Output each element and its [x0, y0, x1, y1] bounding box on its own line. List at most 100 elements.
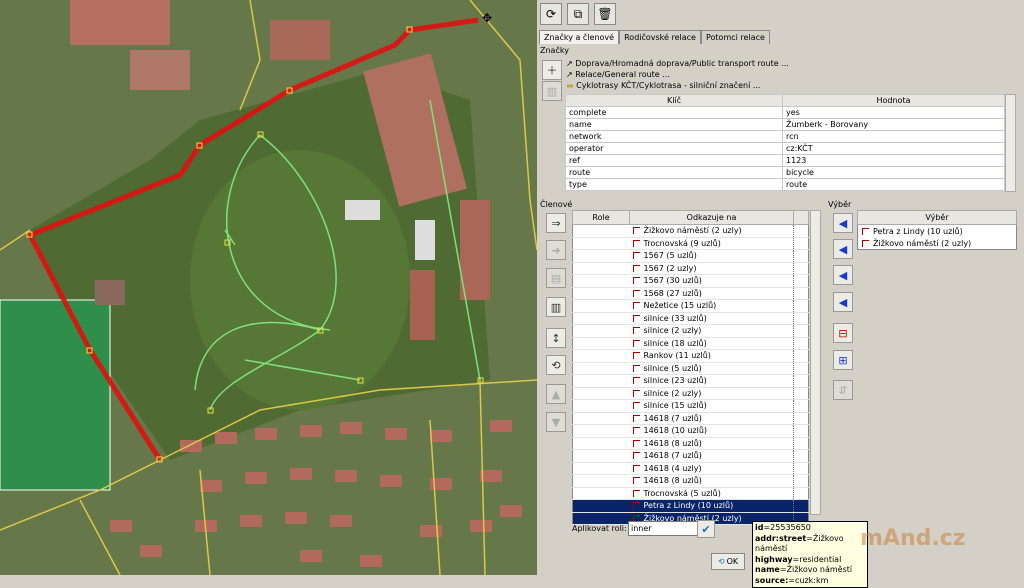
member-reference-cell[interactable]: Trocnovská (9 uzlů) [629, 237, 794, 250]
member-row[interactable]: Trocnovská (5 uzlů) [572, 487, 809, 500]
member-role-cell[interactable] [572, 512, 630, 525]
add-selected-bottom-button[interactable]: ◀ [833, 292, 853, 312]
member-reference-cell[interactable]: Petra z Lindy (10 uzlů) [629, 499, 794, 513]
member-row[interactable]: silnice (23 uzlů) [572, 374, 809, 388]
member-row[interactable]: silnice (15 uzlů) [572, 399, 809, 413]
delete-tag-button[interactable]: ▥ [542, 81, 562, 101]
member-reference-cell[interactable]: silnice (2 uzly) [629, 387, 794, 400]
reverse-members-button[interactable]: ⟲ [546, 355, 566, 375]
member-reference-cell[interactable]: 1568 (27 uzlů) [629, 287, 794, 300]
member-role-cell[interactable] [572, 224, 630, 238]
member-reference-cell[interactable]: 1567 (30 uzlů) [629, 274, 794, 288]
preset-item[interactable]: ▬ Cyklotrasy KČT/Cyklotrasa - silniční z… [566, 80, 789, 91]
member-reference-cell[interactable]: silnice (15 uzlů) [629, 399, 794, 413]
member-role-cell[interactable] [572, 274, 630, 288]
tab-parent-relations[interactable]: Rodičovské relace [619, 30, 701, 44]
tag-row[interactable]: route bicycle [565, 166, 1005, 179]
sort-members-button[interactable]: ↕ [546, 328, 566, 348]
map-view[interactable]: ✥ [0, 0, 537, 575]
column-header-role[interactable]: Role [572, 210, 630, 225]
member-reference-cell[interactable]: 14618 (4 uzly) [629, 462, 794, 475]
member-role-cell[interactable] [572, 299, 630, 313]
preset-item[interactable]: ↗ Doprava/Hromadná doprava/Public transp… [566, 58, 789, 69]
tag-row[interactable]: ref 1123 [565, 154, 1005, 167]
tag-row[interactable]: name Žumberk - Borovany [565, 118, 1005, 131]
member-reference-cell[interactable]: Rankov (11 uzlů) [629, 349, 794, 363]
member-role-cell[interactable] [572, 449, 630, 463]
add-selected-top-button[interactable]: ◀ [833, 213, 853, 233]
member-role-cell[interactable] [572, 474, 630, 488]
member-reference-cell[interactable]: 14618 (10 uzlů) [629, 424, 794, 438]
member-role-cell[interactable] [572, 424, 630, 438]
tag-row[interactable]: type route [565, 178, 1005, 191]
map-canvas[interactable]: ✥ [0, 0, 537, 575]
member-reference-cell[interactable]: Nežetice (15 uzlů) [629, 299, 794, 313]
add-tag-button[interactable]: ＋ [542, 60, 562, 80]
members-scrollbar[interactable] [810, 210, 821, 515]
member-row[interactable]: Rankov (11 uzlů) [572, 349, 809, 363]
member-reference-cell[interactable]: 1567 (2 uzly) [629, 262, 794, 275]
member-row[interactable]: 1568 (27 uzlů) [572, 287, 809, 300]
member-role-cell[interactable] [572, 312, 630, 325]
member-row[interactable]: silnice (5 uzlů) [572, 362, 809, 375]
preset-item[interactable]: ↗ Relace/General route ... [566, 69, 789, 80]
member-reference-cell[interactable]: Žižkovo náměstí (2 uzly) [629, 224, 794, 238]
member-role-cell[interactable] [572, 287, 630, 300]
column-header-selection[interactable]: Výběr [857, 210, 1017, 225]
member-row[interactable]: Nežetice (15 uzlů) [572, 299, 809, 313]
member-reference-cell[interactable]: silnice (2 uzly) [629, 324, 794, 338]
member-row[interactable]: Trocnovská (9 uzlů) [572, 237, 809, 250]
member-reference-cell[interactable]: 14618 (8 uzlů) [629, 474, 794, 488]
member-reference-cell[interactable]: silnice (23 uzlů) [629, 374, 794, 388]
column-header-key[interactable]: Klíč [565, 94, 783, 107]
column-header-reference[interactable]: Odkazuje na [629, 210, 794, 225]
remove-selected-button[interactable]: ⊟ [833, 323, 853, 343]
move-down-button[interactable]: ▼ [546, 412, 566, 432]
member-row[interactable]: Žižkovo náměstí (2 uzly) [572, 224, 809, 238]
member-role-cell[interactable] [572, 462, 630, 475]
member-role-cell[interactable] [572, 349, 630, 363]
member-role-cell[interactable] [572, 399, 630, 413]
member-role-cell[interactable] [572, 249, 630, 263]
member-reference-cell[interactable]: 1567 (5 uzlů) [629, 249, 794, 263]
member-role-cell[interactable] [572, 362, 630, 375]
member-row[interactable]: 1567 (2 uzly) [572, 262, 809, 275]
tab-tags-members[interactable]: Značky a členové [539, 30, 620, 44]
role-input[interactable] [628, 521, 698, 536]
member-row[interactable]: silnice (18 uzlů) [572, 337, 809, 350]
tag-row[interactable]: network rcn [565, 130, 1005, 143]
member-reference-cell[interactable]: Trocnovská (5 uzlů) [629, 487, 794, 500]
remove-member-button[interactable]: ▥ [546, 297, 566, 317]
sort-selection-button[interactable]: ⇵ [833, 380, 853, 400]
column-header-value[interactable]: Hodnota [782, 94, 1005, 107]
member-reference-cell[interactable]: 14618 (7 uzlů) [629, 412, 794, 425]
member-role-cell[interactable] [572, 337, 630, 350]
member-row[interactable]: 14618 (7 uzlů) [572, 449, 809, 463]
selection-row[interactable]: Petra z Lindy (10 uzlů) [858, 225, 1017, 238]
member-reference-cell[interactable]: 14618 (7 uzlů) [629, 449, 794, 463]
member-row[interactable]: silnice (2 uzly) [572, 387, 809, 400]
refresh-button[interactable]: ⟳ [540, 3, 562, 25]
apply-role-button[interactable]: ✔ [697, 520, 715, 538]
member-row[interactable]: 14618 (7 uzlů) [572, 412, 809, 425]
ok-button[interactable]: ⟲ OK [711, 553, 745, 570]
member-row[interactable]: 1567 (30 uzlů) [572, 274, 809, 288]
member-row[interactable]: 14618 (10 uzlů) [572, 424, 809, 438]
selection-row[interactable]: Žižkovo náměstí (2 uzly) [858, 237, 1017, 250]
tag-row[interactable]: complete yes [565, 106, 1005, 119]
member-reference-cell[interactable]: silnice (18 uzlů) [629, 337, 794, 350]
member-role-cell[interactable] [572, 437, 630, 450]
member-reference-cell[interactable]: 14618 (8 uzlů) [629, 437, 794, 450]
add-selected-before-button[interactable]: ◀ [833, 239, 853, 259]
zoom-to-member-button[interactable]: ➜ [546, 240, 566, 260]
member-row[interactable]: Petra z Lindy (10 uzlů) [572, 499, 809, 513]
tab-child-relations[interactable]: Potomci relace [700, 30, 770, 44]
tag-row[interactable]: operator cz:KČT [565, 142, 1005, 155]
member-row[interactable]: 14618 (8 uzlů) [572, 474, 809, 488]
edit-member-button[interactable]: ▤ [546, 268, 566, 288]
member-role-cell[interactable] [572, 262, 630, 275]
move-up-button[interactable]: ▲ [546, 384, 566, 404]
select-members-button[interactable]: ⇒ [546, 213, 566, 233]
member-row[interactable]: 14618 (8 uzlů) [572, 437, 809, 450]
member-role-cell[interactable] [572, 237, 630, 250]
